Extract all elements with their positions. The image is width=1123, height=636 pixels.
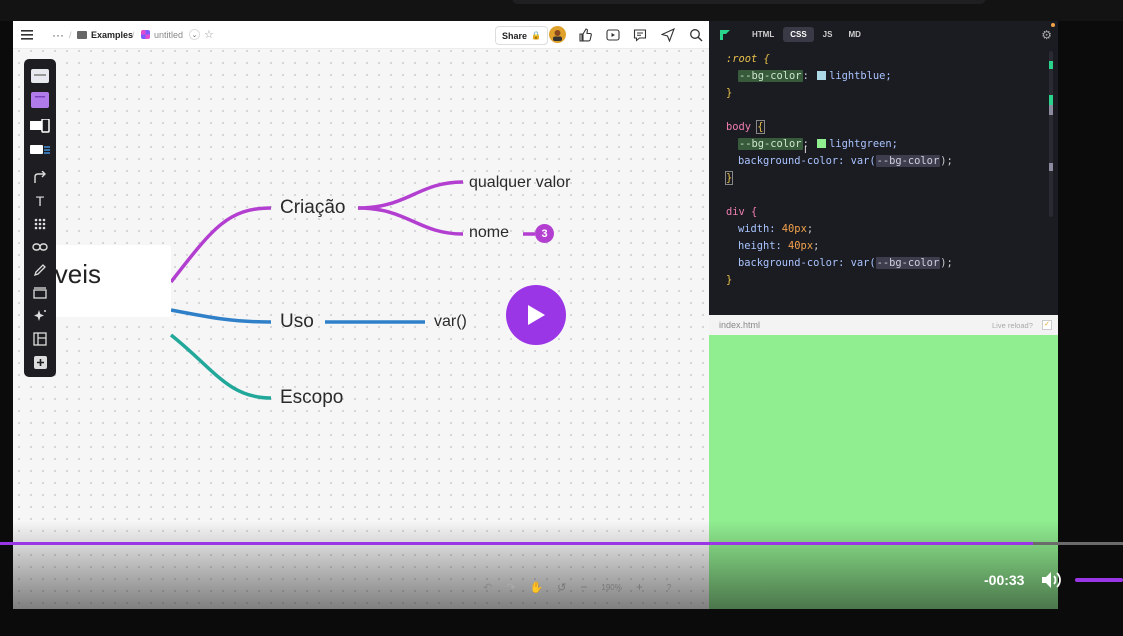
star-icon[interactable]: ☆ (204, 21, 214, 48)
search-icon[interactable] (688, 27, 704, 43)
board-header: ··· / Examples / untitled ⌄ ☆ Share 🔒 (13, 21, 709, 49)
editor-scrollbar[interactable] (1049, 51, 1053, 217)
scroll-mark (1049, 95, 1053, 105)
add-icon[interactable] (30, 353, 50, 371)
sticky-note-icon[interactable] (30, 91, 50, 109)
breadcrumb-folder-label: Examples (91, 29, 134, 40)
send-icon[interactable] (660, 27, 676, 43)
sparkle-icon[interactable] (30, 307, 50, 325)
node-escopo[interactable]: Escopo (280, 387, 343, 409)
code-line: background-color: var(--bg-color); (738, 257, 953, 269)
devices-icon[interactable] (30, 117, 50, 135)
avatar[interactable] (549, 26, 566, 43)
share-button[interactable]: Share 🔒 (495, 26, 548, 45)
breadcrumb-file-label: untitled (154, 29, 184, 40)
board-icon (141, 30, 150, 39)
collapsed-count-badge[interactable]: 3 (535, 224, 554, 243)
present-icon[interactable] (605, 27, 621, 43)
code-line: } (726, 274, 733, 286)
volume-slider[interactable] (1075, 578, 1123, 582)
scroll-mark (1049, 105, 1053, 115)
scroll-mark (1049, 61, 1053, 69)
tab-md[interactable]: MD (841, 27, 867, 42)
lock-icon: 🔒 (531, 31, 541, 40)
node-var[interactable]: var() (434, 313, 467, 331)
card-icon[interactable] (30, 141, 50, 159)
text-tool-icon[interactable]: T (30, 192, 50, 210)
video-progress-fill (0, 542, 1034, 545)
zoom-level: 190% (601, 582, 622, 592)
link-icon[interactable] (30, 238, 50, 256)
zoom-out-button[interactable]: − (580, 580, 587, 594)
history-icon[interactable]: ↺ (557, 581, 566, 594)
code-line: div { (726, 206, 758, 218)
zoom-in-button[interactable]: + (636, 580, 643, 594)
redo-icon[interactable]: ↷ (506, 581, 515, 594)
code-line: } (726, 87, 733, 99)
whiteboard[interactable]: ··· / Examples / untitled ⌄ ☆ Share 🔒 áv… (13, 21, 709, 609)
share-label: Share (502, 30, 528, 41)
top-strip (0, 0, 1123, 21)
layout-icon[interactable] (30, 330, 50, 348)
preview-filename: index.html (719, 320, 761, 330)
connector-escopo (169, 333, 272, 400)
breadcrumb-separator: / (69, 29, 72, 40)
chevron-down-icon[interactable]: ⌄ (189, 29, 201, 40)
time-remaining: -00:33 (984, 572, 1025, 588)
comment-icon[interactable] (632, 27, 648, 43)
more-icon[interactable]: ··· (52, 21, 64, 48)
frame-icon[interactable] (30, 284, 50, 302)
connector-nome (357, 206, 464, 236)
zoom-controls: ↶ ↷ ✋ ↺ − 190% + ? (483, 575, 703, 599)
template-icon[interactable] (30, 67, 50, 85)
node-uso[interactable]: Uso (280, 311, 314, 333)
connector-arrow-icon[interactable] (30, 169, 50, 187)
code-line: --bg-color: lightgreen; (738, 138, 898, 150)
breadcrumb-separator: / (132, 29, 135, 40)
tab-html[interactable]: HTML (745, 27, 781, 42)
code-line: body { (726, 120, 765, 134)
connector-qualquer-valor (357, 180, 464, 210)
play-button[interactable] (506, 285, 566, 345)
pen-icon[interactable] (30, 261, 50, 279)
preview-bottom-fade (709, 520, 1058, 609)
preview-header: index.html Live reload? ✓ (709, 315, 1058, 336)
unsaved-dot (1051, 23, 1055, 27)
tab-css[interactable]: CSS (783, 27, 814, 42)
help-button[interactable]: ? (667, 583, 671, 592)
node-qualquer-valor[interactable]: qualquer valor (469, 174, 570, 192)
live-reload-checkbox[interactable]: ✓ (1042, 320, 1052, 330)
code-line: } (724, 171, 734, 185)
scroll-mark (1049, 163, 1053, 171)
speaker-icon[interactable] (1041, 570, 1063, 590)
settings-icon[interactable]: ⚙ (1041, 28, 1052, 42)
undo-icon[interactable]: ↶ (483, 581, 492, 594)
code-line: :root { (726, 53, 770, 65)
breadcrumb-folder[interactable]: Examples (77, 21, 133, 48)
code-editor[interactable]: HTML CSS JS MD ⚙ :root { --bg-color: lig… (709, 21, 1058, 315)
play-icon (528, 305, 545, 325)
color-swatch[interactable] (817, 71, 827, 80)
text-cursor-icon: I (804, 145, 807, 156)
code-line: background-color: var(--bg-color); (738, 155, 953, 167)
hand-icon[interactable]: ✋ (529, 581, 543, 594)
live-reload-label: Live reload? (992, 321, 1033, 330)
thumbs-up-icon[interactable] (577, 27, 593, 43)
connector-criacao (169, 206, 272, 284)
connector-uso (170, 308, 272, 324)
node-nome[interactable]: nome (469, 224, 509, 242)
folder-icon (77, 30, 87, 39)
color-swatch[interactable] (817, 139, 827, 148)
vertical-toolbar: T (24, 59, 56, 377)
menu-icon[interactable] (21, 21, 33, 48)
node-criacao[interactable]: Criação (280, 197, 345, 219)
logo-icon (720, 29, 730, 40)
code-line: --bg-color: lightblue; (738, 70, 892, 82)
editor-tabs: HTML CSS JS MD ⚙ (709, 21, 1058, 48)
grid-icon[interactable] (30, 215, 50, 233)
tab-js[interactable]: JS (816, 27, 840, 42)
code-line: width: 40px; (738, 223, 814, 235)
breadcrumb-file[interactable]: untitled ⌄ (141, 21, 201, 48)
code-line: height: 40px; (738, 240, 820, 252)
